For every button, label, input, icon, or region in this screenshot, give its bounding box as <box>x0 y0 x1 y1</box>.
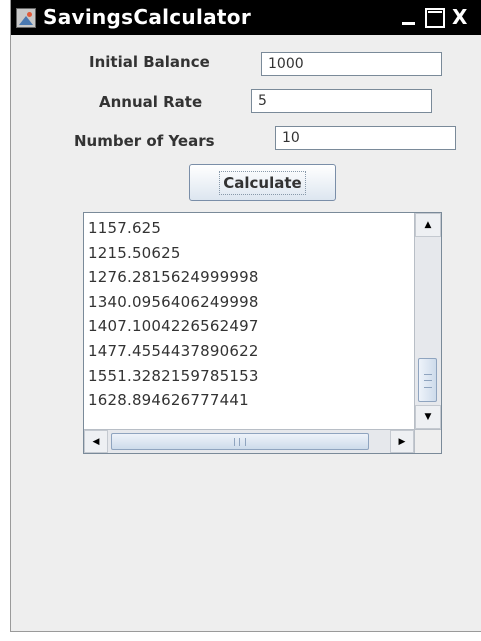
app-icon[interactable] <box>16 8 36 28</box>
scroll-down-icon[interactable]: ▼ <box>415 405 441 429</box>
result-line: 1215.50625 <box>88 243 181 262</box>
initial-balance-label: Initial Balance <box>89 53 210 71</box>
results-scroll-pane[interactable]: 1157.625 1215.50625 1276.2815624999998 1… <box>83 212 442 454</box>
results-text-area[interactable]: 1157.625 1215.50625 1276.2815624999998 1… <box>84 213 414 429</box>
horizontal-scroll-thumb[interactable] <box>111 433 369 450</box>
result-line: 1407.1004226562497 <box>88 317 259 336</box>
vertical-scroll-thumb[interactable] <box>418 358 437 402</box>
initial-balance-input[interactable] <box>261 52 442 76</box>
horizontal-scrollbar[interactable]: ◀ ▶ <box>84 429 414 453</box>
minimize-icon[interactable] <box>399 8 419 28</box>
result-line: 1551.3282159785153 <box>88 366 259 385</box>
calculate-button[interactable]: Calculate <box>189 164 336 201</box>
result-line: 1157.625 <box>88 219 162 237</box>
maximize-icon[interactable] <box>425 8 445 28</box>
number-of-years-label: Number of Years <box>74 132 215 150</box>
title-bar[interactable]: SavingsCalculator X <box>11 0 481 35</box>
number-of-years-input[interactable] <box>275 126 456 150</box>
window-title: SavingsCalculator <box>43 5 251 29</box>
annual-rate-label: Annual Rate <box>99 93 203 111</box>
scroll-left-icon[interactable]: ◀ <box>84 430 108 453</box>
result-line: 1276.2815624999998 <box>88 268 259 287</box>
result-line: 1628.894626777441 <box>88 391 249 410</box>
close-icon[interactable]: X <box>452 8 481 28</box>
result-line: 1340.0956406249998 <box>88 292 259 311</box>
scroll-right-icon[interactable]: ▶ <box>390 430 414 453</box>
annual-rate-input[interactable] <box>251 89 432 113</box>
vertical-scrollbar[interactable]: ▲ ▼ <box>414 213 441 429</box>
savings-calculator-window: SavingsCalculator X Initial Balance Annu… <box>10 0 481 632</box>
calculate-button-label: Calculate <box>219 170 306 195</box>
scroll-corner <box>414 429 441 453</box>
result-line: 1477.4554437890622 <box>88 341 259 360</box>
scroll-up-icon[interactable]: ▲ <box>415 213 441 237</box>
